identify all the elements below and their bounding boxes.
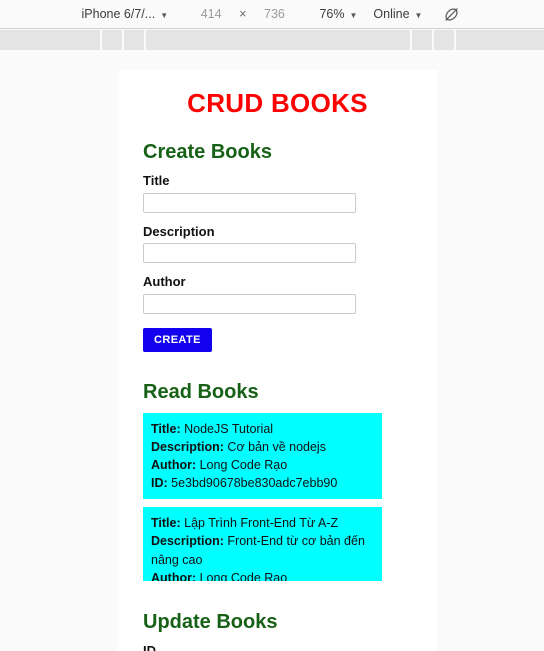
ruler-tick [144, 30, 146, 50]
book-author-label: Author: [151, 570, 197, 581]
device-selector-label: iPhone 6/7/... [81, 7, 156, 21]
book-title-line: Title: Lập Trình Front-End Từ A-Z [151, 514, 374, 532]
ruler-tick [122, 30, 124, 50]
network-throttle-label: Online [373, 7, 410, 21]
device-selector[interactable]: iPhone 6/7/... ▼ [82, 7, 169, 21]
device-toolbar-controls: iPhone 6/7/... ▼ × 76% ▼ Online ▼ [82, 0, 463, 29]
book-card: Title: Lập Trình Front-End Từ A-Z Descri… [143, 507, 382, 581]
book-id-label: ID: [151, 476, 168, 491]
update-books-heading: Update Books [143, 610, 278, 633]
chevron-down-icon: ▼ [160, 10, 169, 20]
create-field-author: Author [143, 274, 412, 314]
update-id-field-label: ID [143, 642, 156, 651]
create-field-description: Description [143, 224, 412, 264]
page-title: CRUD BOOKS [187, 88, 368, 118]
book-author-value: Long Code Rạo [199, 570, 288, 581]
ruler-tick [454, 30, 456, 50]
book-id-line: ID: 5e3bd90678be830adc7ebb90 [151, 474, 374, 492]
book-author-line: Author: Long Code Rạo [151, 456, 374, 474]
network-throttle-selector[interactable]: Online ▼ [373, 7, 422, 21]
rotate-device-icon[interactable] [440, 3, 462, 25]
create-field-title: Title [143, 173, 412, 213]
create-button[interactable]: CREATE [143, 327, 212, 352]
book-id-value: 5e3bd90678be830adc7ebb90 [171, 476, 338, 491]
title-input[interactable] [143, 192, 356, 213]
zoom-selector[interactable]: 76% ▼ [319, 7, 357, 21]
dimension-separator: × [239, 7, 247, 21]
book-card: Title: NodeJS Tutorial Description: Cơ b… [143, 412, 382, 500]
book-title-label: Title: [151, 421, 181, 436]
read-books-heading: Read Books [143, 380, 259, 403]
book-description-line: Description: Cơ bản về nodejs [151, 438, 374, 456]
create-books-heading: Create Books [143, 141, 272, 163]
book-title-label: Title: [151, 516, 181, 531]
book-author-label: Author: [151, 458, 197, 473]
ruler-tick [410, 30, 412, 50]
viewport-width-input[interactable] [190, 7, 233, 21]
description-input[interactable] [143, 243, 356, 264]
viewport-height-input[interactable] [253, 7, 296, 21]
viewport-ruler[interactable] [0, 30, 544, 50]
book-author-line: Author: Long Code Rạo [151, 569, 374, 581]
book-description-label: Description: [151, 534, 224, 549]
book-description-value: Cơ bản về nodejs [227, 439, 326, 454]
description-field-label: Description [143, 223, 215, 239]
device-viewport: CRUD BOOKS Create Books Title Descriptio… [118, 70, 437, 651]
chevron-down-icon: ▼ [414, 10, 423, 20]
title-field-label: Title [143, 173, 170, 188]
zoom-selector-label: 76% [319, 7, 345, 21]
book-title-value: Lập Trình Front-End Từ A-Z [184, 516, 339, 531]
author-field-label: Author [143, 274, 186, 290]
update-field-id: ID [143, 643, 412, 651]
ruler-tick [100, 30, 102, 50]
chevron-down-icon: ▼ [349, 10, 358, 20]
device-toolbar: iPhone 6/7/... ▼ × 76% ▼ Online ▼ [0, 0, 544, 29]
book-list: Title: NodeJS Tutorial Description: Cơ b… [143, 412, 412, 581]
book-title-value: NodeJS Tutorial [184, 421, 274, 436]
ruler-tick [432, 30, 434, 50]
book-title-line: Title: NodeJS Tutorial [151, 420, 374, 438]
author-input[interactable] [143, 293, 356, 314]
book-description-line: Description: Front-End từ cơ bản đến nân… [151, 532, 374, 568]
crud-books-page: CRUD BOOKS Create Books Title Descriptio… [118, 70, 437, 651]
book-author-value: Long Code Rạo [199, 458, 288, 473]
book-description-label: Description: [151, 439, 224, 454]
